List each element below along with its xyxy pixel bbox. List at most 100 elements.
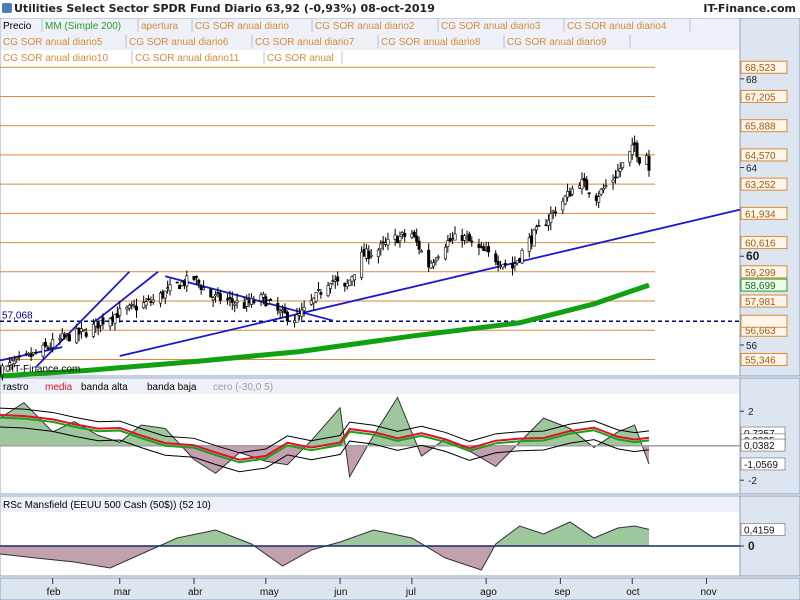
- candle-body: [611, 179, 615, 183]
- candle-body: [518, 258, 522, 262]
- candle-body: [44, 341, 48, 347]
- candle-body: [384, 242, 388, 245]
- candle-body: [264, 296, 268, 307]
- candle-body: [400, 232, 404, 235]
- candle-body: [513, 263, 517, 267]
- candle-body: [328, 283, 332, 289]
- candle-body: [630, 144, 634, 155]
- brand-label: IT-Finance.com: [703, 2, 796, 15]
- candle-body: [166, 287, 170, 290]
- candle-body: [578, 185, 582, 189]
- candle-body: [431, 262, 435, 267]
- candle-body: [168, 284, 172, 292]
- candle-body: [520, 249, 524, 264]
- level-label: 68,523: [745, 63, 776, 74]
- candle-body: [637, 157, 641, 164]
- chart-window-icon[interactable]: [2, 3, 12, 13]
- x-tick-label: oct: [626, 587, 640, 598]
- candle-body: [266, 300, 270, 304]
- candle-body: [563, 195, 567, 205]
- candle-body: [386, 238, 390, 246]
- candle-body: [336, 276, 340, 282]
- candle-body: [293, 320, 297, 323]
- candle-body: [297, 313, 301, 316]
- candle-body: [48, 346, 52, 349]
- candle-body: [209, 288, 213, 298]
- chart-title: Utilities Select Sector SPDR Fund Diario…: [14, 2, 435, 15]
- candle-body: [360, 251, 364, 278]
- level-label: 63,252: [745, 180, 776, 191]
- x-tick-label: jul: [405, 587, 416, 598]
- candle-body: [460, 234, 464, 241]
- candle-body: [410, 233, 414, 238]
- candle-body: [381, 241, 385, 244]
- candle-body: [96, 320, 100, 329]
- x-tick-label: nov: [700, 587, 716, 598]
- candle-body: [146, 298, 150, 300]
- candle-body: [587, 192, 591, 195]
- candle-body: [393, 234, 397, 240]
- legend-item-price: CG SOR anual diario11: [135, 53, 240, 64]
- candle-body: [144, 301, 148, 306]
- candle-body: [479, 246, 483, 248]
- candle-body: [645, 155, 649, 165]
- level-label: 59,299: [745, 268, 776, 279]
- candle-body: [613, 176, 617, 179]
- candle-body: [29, 354, 33, 357]
- candle-body: [180, 281, 184, 287]
- level-label: 57,981: [745, 297, 776, 308]
- y-tick-label: 60: [746, 249, 760, 263]
- candle-body: [269, 299, 273, 301]
- legend-item-price: MM (Simple 200): [45, 21, 121, 32]
- candle-body: [249, 298, 253, 305]
- candle-body: [532, 229, 536, 247]
- candle-body: [417, 240, 421, 250]
- candle-body: [158, 292, 162, 304]
- candle-body: [362, 249, 366, 257]
- candle-body: [534, 226, 538, 231]
- candle-body: [482, 246, 486, 251]
- candle-body: [17, 355, 21, 358]
- candle-body: [77, 327, 81, 335]
- candle-body: [182, 280, 186, 286]
- candle-body: [561, 200, 565, 211]
- candle-body: [185, 275, 189, 287]
- candle-body: [82, 329, 86, 331]
- level-label: 61,934: [745, 209, 776, 220]
- y-tick-label: 68: [746, 75, 758, 86]
- candle-body: [453, 233, 457, 241]
- candle-body: [537, 225, 541, 227]
- candle-body: [348, 279, 352, 286]
- candle-body: [331, 280, 335, 282]
- candle-body: [242, 302, 246, 309]
- value-label: 0,0382: [744, 441, 775, 452]
- legend-item-price: CG SOR anual diario6: [129, 37, 229, 48]
- candle-body: [163, 290, 167, 299]
- candle-body: [343, 282, 347, 287]
- candle-body: [601, 187, 605, 191]
- level-label: 64,570: [745, 151, 776, 162]
- candle-body: [415, 235, 419, 242]
- candle-body: [451, 238, 455, 241]
- candle-body: [477, 244, 481, 248]
- chart-header: Utilities Select Sector SPDR Fund Diario…: [0, 0, 800, 19]
- candle-body: [419, 250, 423, 253]
- candle-body: [503, 263, 507, 265]
- candle-body: [32, 352, 36, 355]
- candle-body: [396, 236, 400, 244]
- candle-body: [618, 168, 622, 172]
- candle-body: [352, 274, 356, 281]
- legend-item-price: apertura: [141, 21, 179, 32]
- candle-body: [259, 294, 263, 302]
- candle-body: [285, 311, 289, 322]
- legend-item-price: CG SOR anual diario10: [3, 53, 108, 64]
- candle-body: [132, 304, 136, 307]
- level-label: 56,663: [745, 326, 776, 337]
- x-tick-label: abr: [188, 587, 203, 598]
- x-tick-label: sep: [554, 587, 571, 598]
- candle-body: [333, 279, 337, 282]
- candle-body: [118, 308, 122, 316]
- candle-body: [233, 303, 237, 306]
- candle-body: [443, 246, 447, 260]
- candle-body: [211, 297, 215, 301]
